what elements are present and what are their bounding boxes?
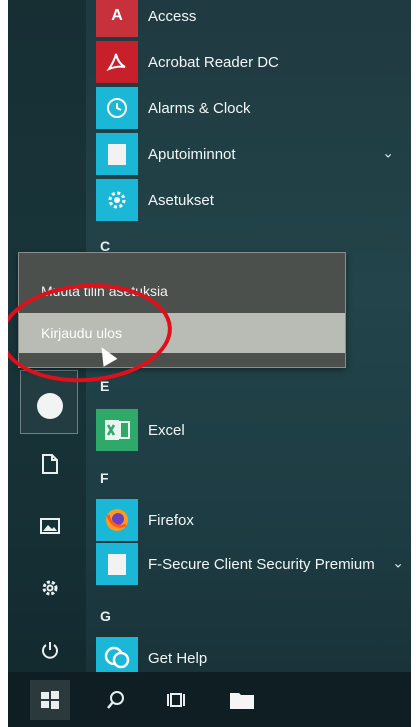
app-label: Firefox — [148, 511, 194, 529]
file-explorer-icon[interactable] — [222, 680, 262, 720]
gear-icon — [96, 179, 138, 221]
chevron-down-icon[interactable]: ⌄ — [392, 555, 404, 572]
app-label: Aputoiminnot — [148, 145, 236, 163]
section-letter-f[interactable]: F — [100, 470, 109, 486]
app-excel[interactable]: Excel — [96, 408, 406, 452]
start-menu-screen: A Access Acrobat Reader DC Alarms & Cloc… — [8, 0, 411, 727]
windows-logo-icon — [41, 691, 59, 709]
app-asetukset[interactable]: Asetukset — [96, 178, 406, 222]
app-label: Excel — [148, 421, 185, 439]
settings-gear-icon[interactable] — [38, 576, 62, 600]
app-label: F-Secure Client Security Premium — [148, 555, 375, 573]
app-label: Access — [148, 7, 197, 25]
app-label: Alarms & Clock — [148, 99, 251, 117]
document-icon[interactable] — [38, 452, 62, 476]
app-aputoiminnot[interactable]: Aputoiminnot ⌄ — [96, 132, 406, 176]
app-alarms-clock[interactable]: Alarms & Clock — [96, 86, 406, 130]
clock-icon — [96, 87, 138, 129]
app-acrobat-reader[interactable]: Acrobat Reader DC — [96, 40, 406, 84]
app-label: Get Help — [148, 649, 208, 667]
firefox-icon — [96, 499, 138, 541]
app-label: Asetukset — [148, 191, 214, 209]
folder-icon — [96, 133, 138, 175]
acrobat-icon — [96, 41, 138, 83]
start-button[interactable] — [30, 680, 70, 720]
app-f-secure[interactable]: F-Secure Client Security Premium ⌄ — [96, 542, 406, 586]
folder-icon — [96, 543, 138, 585]
section-letter-g[interactable]: G — [100, 608, 111, 624]
app-label: Acrobat Reader DC — [148, 53, 279, 71]
task-view-icon[interactable] — [156, 680, 196, 720]
avatar — [37, 393, 63, 419]
search-icon[interactable] — [96, 680, 136, 720]
power-icon[interactable] — [38, 638, 62, 662]
taskbar — [8, 672, 411, 727]
app-firefox[interactable]: Firefox — [96, 498, 406, 542]
pictures-icon[interactable] — [38, 514, 62, 538]
excel-icon — [96, 409, 138, 451]
app-access[interactable]: A Access — [96, 0, 406, 38]
access-icon: A — [96, 0, 138, 37]
chevron-down-icon[interactable]: ⌄ — [382, 145, 394, 162]
